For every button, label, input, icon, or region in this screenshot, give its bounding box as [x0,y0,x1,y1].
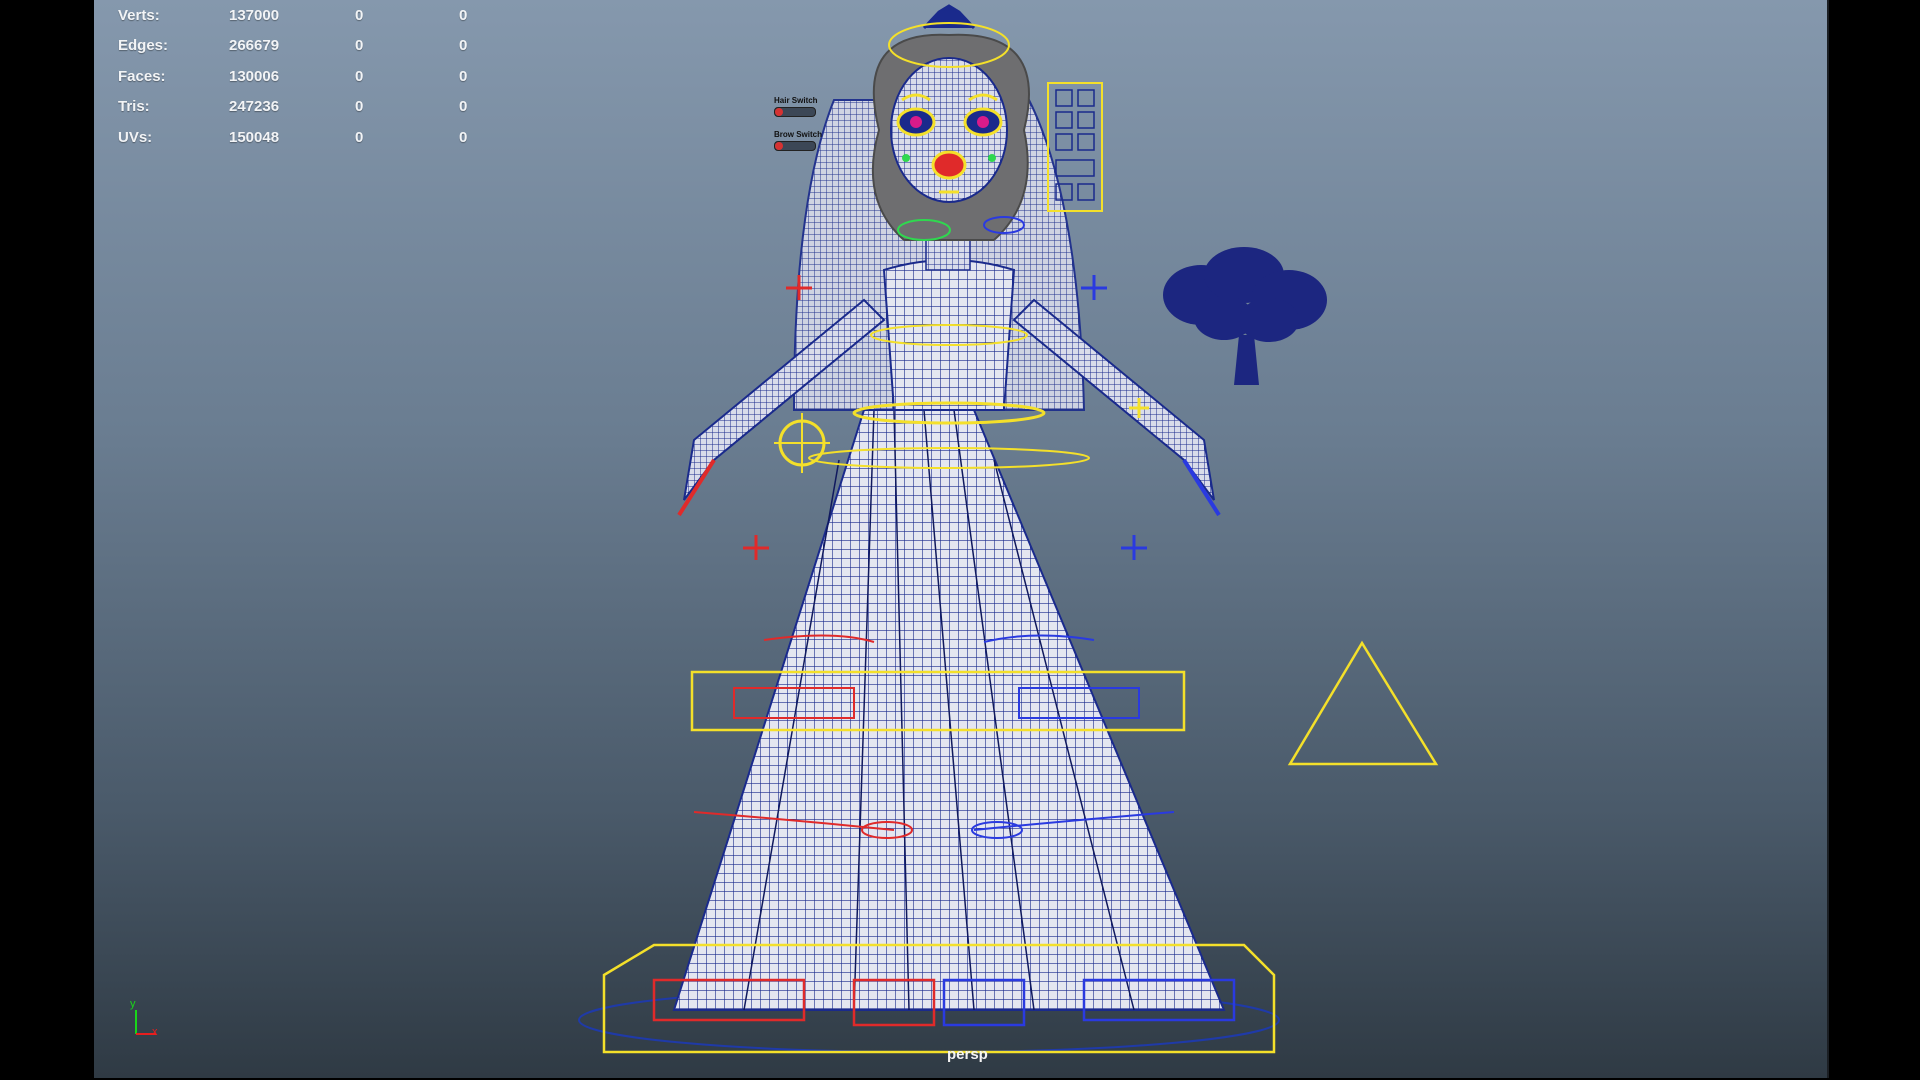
axis-x-label: x [152,1026,158,1038]
scene-canvas[interactable] [94,0,1827,1078]
brow-switch-knob[interactable] [775,142,783,150]
hair-switch[interactable] [774,107,816,117]
left-iris [910,116,922,128]
axis-y-label: y [130,998,136,1010]
facial-control-panel-icon[interactable] [1047,82,1103,212]
hair-switch-label: Hair Switch [774,96,818,105]
triangle-locator-icon[interactable] [1287,640,1439,766]
axis-gizmo-icon: y x [128,998,168,1038]
left-ik-cross [774,413,830,473]
cheek-control-right[interactable] [988,154,996,162]
tree-icon[interactable] [1163,247,1327,385]
right-leg-cross[interactable] [1121,535,1147,560]
bodice-mesh[interactable] [882,259,1016,411]
mouth-control[interactable] [931,150,967,180]
left-leg-cross[interactable] [743,535,769,560]
camera-name-label: persp [947,1046,988,1063]
cheek-control-left[interactable] [902,154,910,162]
hair-switch-knob[interactable] [775,108,783,116]
right-iris [977,116,989,128]
right-shoulder-cross[interactable] [1081,275,1107,300]
maya-perspective-viewport[interactable]: Verts: 137000 0 0 Edges: 266679 0 0 Face… [94,0,1829,1078]
brow-switch[interactable] [774,141,816,151]
brow-switch-label: Brow Switch [774,130,823,139]
